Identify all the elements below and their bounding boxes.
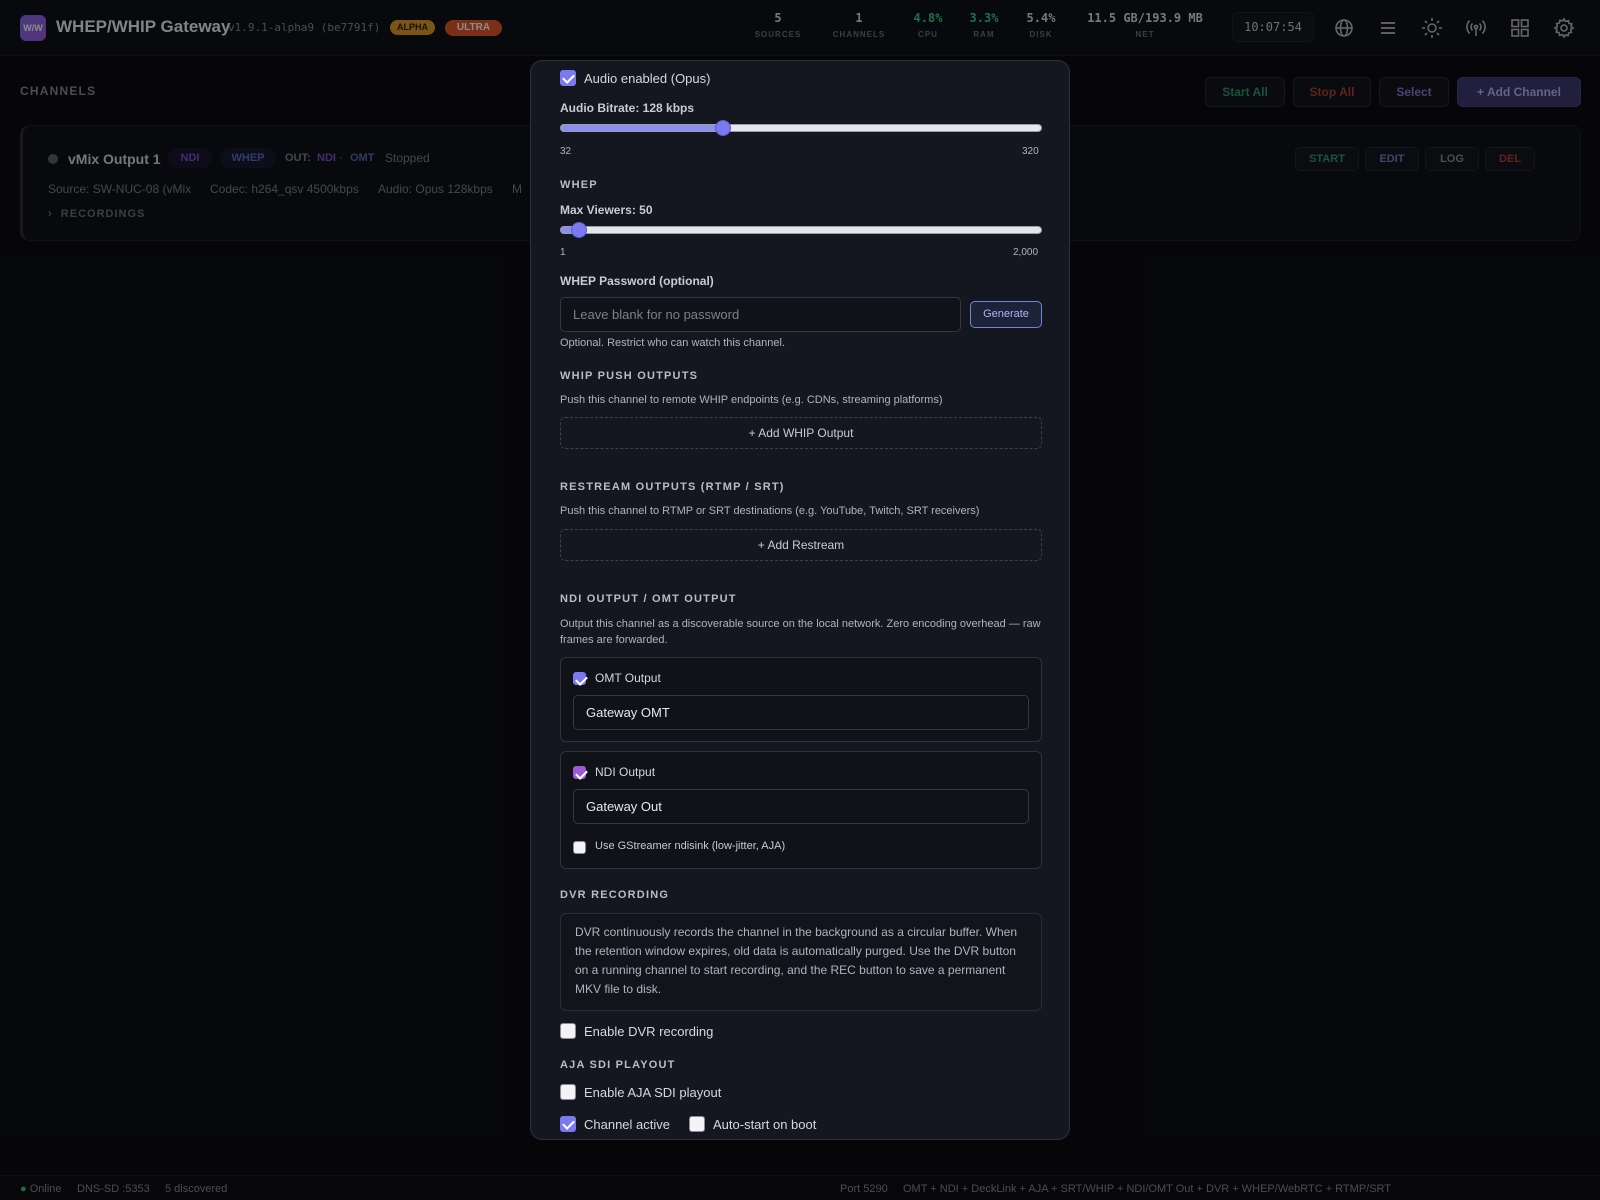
omt-output-card: OMT Output Gateway OMT [560, 657, 1042, 742]
generate-password-button[interactable]: Generate [970, 301, 1042, 328]
dvr-enable-checkbox[interactable] [560, 1023, 576, 1039]
audio-enabled-checkbox[interactable] [560, 70, 576, 86]
omt-output-label: OMT Output [595, 671, 661, 685]
audio-bitrate-label: Audio Bitrate: 128 kbps [560, 101, 695, 115]
audio-bitrate-fill [561, 125, 724, 131]
channel-active-checkbox[interactable] [560, 1116, 576, 1132]
aja-enable-label: Enable AJA SDI playout [584, 1085, 722, 1100]
ndi-output-label: NDI Output [595, 765, 656, 779]
whep-password-input[interactable]: Leave blank for no password [560, 297, 961, 332]
autostart-checkbox[interactable] [689, 1116, 705, 1132]
dvr-heading: DVR RECORDING [560, 889, 670, 901]
ndi-output-checkbox[interactable] [573, 766, 586, 779]
max-viewers-slider[interactable] [560, 226, 1042, 234]
omt-name-input[interactable]: Gateway OMT [573, 695, 1029, 730]
dvr-info-box: DVR continuously records the channel in … [560, 913, 1042, 1011]
ndi-name-input[interactable]: Gateway Out [573, 789, 1029, 824]
restream-heading: RESTREAM OUTPUTS (RTMP / SRT) [560, 481, 785, 493]
audio-bitrate-slider[interactable] [560, 124, 1042, 132]
ndi-hint: Output this channel as a discoverable so… [560, 618, 1041, 646]
ndi-output-card: NDI Output Gateway Out Use GStreamer ndi… [560, 751, 1042, 869]
ndi-heading: NDI OUTPUT / OMT OUTPUT [560, 593, 737, 605]
whep-password-label: WHEP Password (optional) [560, 274, 714, 288]
add-restream-button[interactable]: + Add Restream [560, 529, 1042, 561]
audio-bitrate-thumb[interactable] [715, 120, 731, 136]
autostart-label: Auto-start on boot [713, 1117, 817, 1132]
max-viewers-max: 2,000 [1013, 247, 1039, 258]
max-viewers-min: 1 [560, 247, 566, 258]
channel-active-label: Channel active [584, 1117, 670, 1132]
aja-heading: AJA SDI PLAYOUT [560, 1059, 676, 1071]
audio-bitrate-min: 32 [560, 146, 572, 157]
restream-hint: Push this channel to RTMP or SRT destina… [560, 505, 980, 517]
add-whip-output-button[interactable]: + Add WHIP Output [560, 417, 1042, 449]
max-viewers-label: Max Viewers: 50 [560, 203, 653, 217]
edit-channel-modal: Audio enabled (Opus) Audio Bitrate: 128 … [530, 60, 1070, 1140]
omt-output-checkbox[interactable] [573, 672, 586, 685]
audio-bitrate-max: 320 [1022, 146, 1039, 157]
whep-heading: WHEP [560, 179, 598, 191]
aja-enable-checkbox[interactable] [560, 1084, 576, 1100]
whip-heading: WHIP PUSH OUTPUTS [560, 370, 699, 382]
gstreamer-ndisink-label: Use GStreamer ndisink (low-jitter, AJA) [595, 840, 786, 852]
whep-password-hint: Optional. Restrict who can watch this ch… [560, 337, 786, 349]
audio-enabled-label: Audio enabled (Opus) [584, 71, 711, 86]
max-viewers-thumb[interactable] [571, 222, 587, 238]
gstreamer-ndisink-checkbox[interactable] [573, 841, 586, 854]
whip-hint: Push this channel to remote WHIP endpoin… [560, 394, 943, 406]
dvr-enable-label: Enable DVR recording [584, 1024, 714, 1039]
